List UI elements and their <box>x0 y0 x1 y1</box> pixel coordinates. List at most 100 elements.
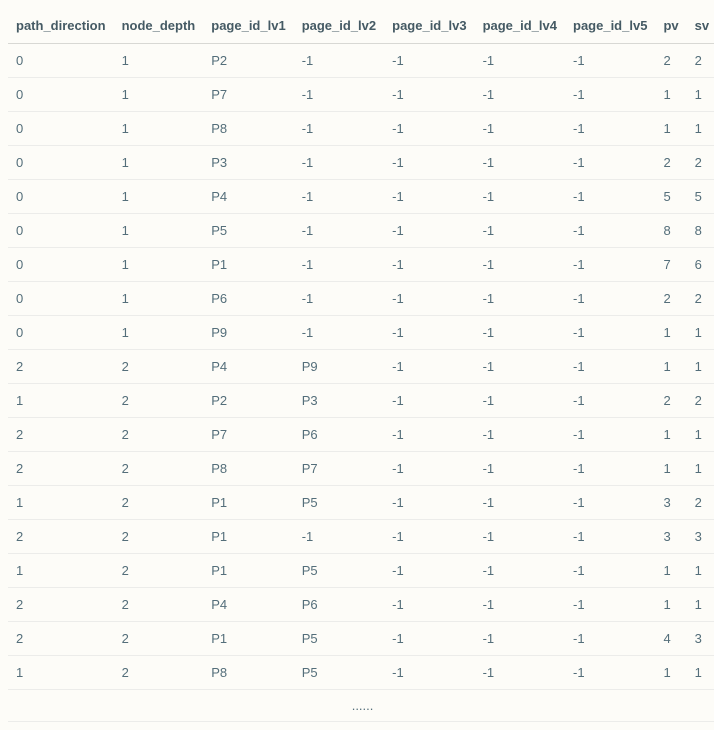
col-header-page_id_lv5[interactable]: page_id_lv5 <box>565 8 655 44</box>
table-cell: 1 <box>687 554 714 588</box>
table-cell: -1 <box>294 78 384 112</box>
table-cell: P5 <box>294 554 384 588</box>
table-cell: -1 <box>294 520 384 554</box>
table-cell: 2 <box>655 146 686 180</box>
col-header-page_id_lv2[interactable]: page_id_lv2 <box>294 8 384 44</box>
table-cell: -1 <box>475 316 565 350</box>
table-body: 01P2-1-1-1-12201P7-1-1-1-11101P8-1-1-1-1… <box>8 44 714 722</box>
table-cell: -1 <box>475 146 565 180</box>
table-cell: 1 <box>114 112 204 146</box>
table-cell: -1 <box>475 656 565 690</box>
table-cell: -1 <box>565 588 655 622</box>
table-row: 22P4P9-1-1-111 <box>8 350 714 384</box>
table-cell: -1 <box>384 656 474 690</box>
table-row: 01P8-1-1-1-111 <box>8 112 714 146</box>
table-cell: 3 <box>655 520 686 554</box>
table-cell: P2 <box>203 384 293 418</box>
table-cell: 5 <box>687 180 714 214</box>
table-cell: -1 <box>565 180 655 214</box>
table-row: 01P5-1-1-1-188 <box>8 214 714 248</box>
table-cell: -1 <box>475 282 565 316</box>
col-header-node_depth[interactable]: node_depth <box>114 8 204 44</box>
table-cell: P8 <box>203 656 293 690</box>
table-cell: -1 <box>475 112 565 146</box>
table-cell: P2 <box>203 44 293 78</box>
table-cell: 3 <box>687 622 714 656</box>
col-header-pv[interactable]: pv <box>655 8 686 44</box>
table-cell: P9 <box>294 350 384 384</box>
header-row: path_directionnode_depthpage_id_lv1page_… <box>8 8 714 44</box>
data-table: path_directionnode_depthpage_id_lv1page_… <box>8 8 714 722</box>
table-cell: 2 <box>114 486 204 520</box>
table-cell: -1 <box>384 520 474 554</box>
table-cell: -1 <box>384 452 474 486</box>
table-cell: 2 <box>114 656 204 690</box>
table-cell: -1 <box>475 384 565 418</box>
ellipsis-cell: ...... <box>8 690 714 722</box>
table-cell: 2 <box>687 146 714 180</box>
table-cell: -1 <box>475 78 565 112</box>
table-cell: 1 <box>687 316 714 350</box>
table-cell: 1 <box>687 112 714 146</box>
table-cell: 1 <box>655 112 686 146</box>
table-row: 22P7P6-1-1-111 <box>8 418 714 452</box>
table-cell: 1 <box>114 44 204 78</box>
table-cell: 1 <box>114 248 204 282</box>
table-cell: 0 <box>8 146 114 180</box>
table-cell: -1 <box>565 622 655 656</box>
table-cell: P6 <box>203 282 293 316</box>
table-cell: 2 <box>114 622 204 656</box>
table-cell: 2 <box>114 520 204 554</box>
table-cell: P1 <box>203 520 293 554</box>
table-cell: -1 <box>565 112 655 146</box>
table-cell: -1 <box>384 248 474 282</box>
table-row: 12P1P5-1-1-111 <box>8 554 714 588</box>
table-cell: 1 <box>655 418 686 452</box>
table-cell: -1 <box>565 78 655 112</box>
table-cell: P5 <box>203 214 293 248</box>
table-cell: -1 <box>294 248 384 282</box>
table-cell: -1 <box>475 452 565 486</box>
table-cell: -1 <box>475 622 565 656</box>
table-cell: -1 <box>384 112 474 146</box>
col-header-sv[interactable]: sv <box>687 8 714 44</box>
table-row: 22P4P6-1-1-111 <box>8 588 714 622</box>
table-cell: -1 <box>475 520 565 554</box>
table-cell: P8 <box>203 452 293 486</box>
table-row: 12P2P3-1-1-122 <box>8 384 714 418</box>
table-row: 01P4-1-1-1-155 <box>8 180 714 214</box>
table-cell: 2 <box>114 588 204 622</box>
table-cell: -1 <box>565 418 655 452</box>
col-header-path_direction[interactable]: path_direction <box>8 8 114 44</box>
col-header-page_id_lv1[interactable]: page_id_lv1 <box>203 8 293 44</box>
col-header-page_id_lv3[interactable]: page_id_lv3 <box>384 8 474 44</box>
table-cell: 2 <box>114 554 204 588</box>
table-cell: 1 <box>687 350 714 384</box>
table-cell: -1 <box>475 554 565 588</box>
table-cell: P5 <box>294 656 384 690</box>
table-cell: -1 <box>565 384 655 418</box>
table-cell: P8 <box>203 112 293 146</box>
col-header-page_id_lv4[interactable]: page_id_lv4 <box>475 8 565 44</box>
table-cell: 1 <box>655 452 686 486</box>
table-cell: -1 <box>294 146 384 180</box>
table-cell: -1 <box>475 180 565 214</box>
table-cell: P1 <box>203 486 293 520</box>
table-cell: P4 <box>203 350 293 384</box>
table-cell: 1 <box>655 316 686 350</box>
table-cell: P4 <box>203 180 293 214</box>
table-cell: 2 <box>8 588 114 622</box>
table-cell: -1 <box>384 180 474 214</box>
table-row: 01P9-1-1-1-111 <box>8 316 714 350</box>
table-row: 22P1-1-1-1-133 <box>8 520 714 554</box>
table-cell: -1 <box>384 418 474 452</box>
table-row: 01P3-1-1-1-122 <box>8 146 714 180</box>
table-cell: -1 <box>565 214 655 248</box>
table-cell: -1 <box>565 248 655 282</box>
table-cell: 8 <box>687 214 714 248</box>
table-cell: 1 <box>114 180 204 214</box>
table-cell: -1 <box>565 44 655 78</box>
table-row: 12P8P5-1-1-111 <box>8 656 714 690</box>
table-row: 22P8P7-1-1-111 <box>8 452 714 486</box>
table-cell: 0 <box>8 214 114 248</box>
